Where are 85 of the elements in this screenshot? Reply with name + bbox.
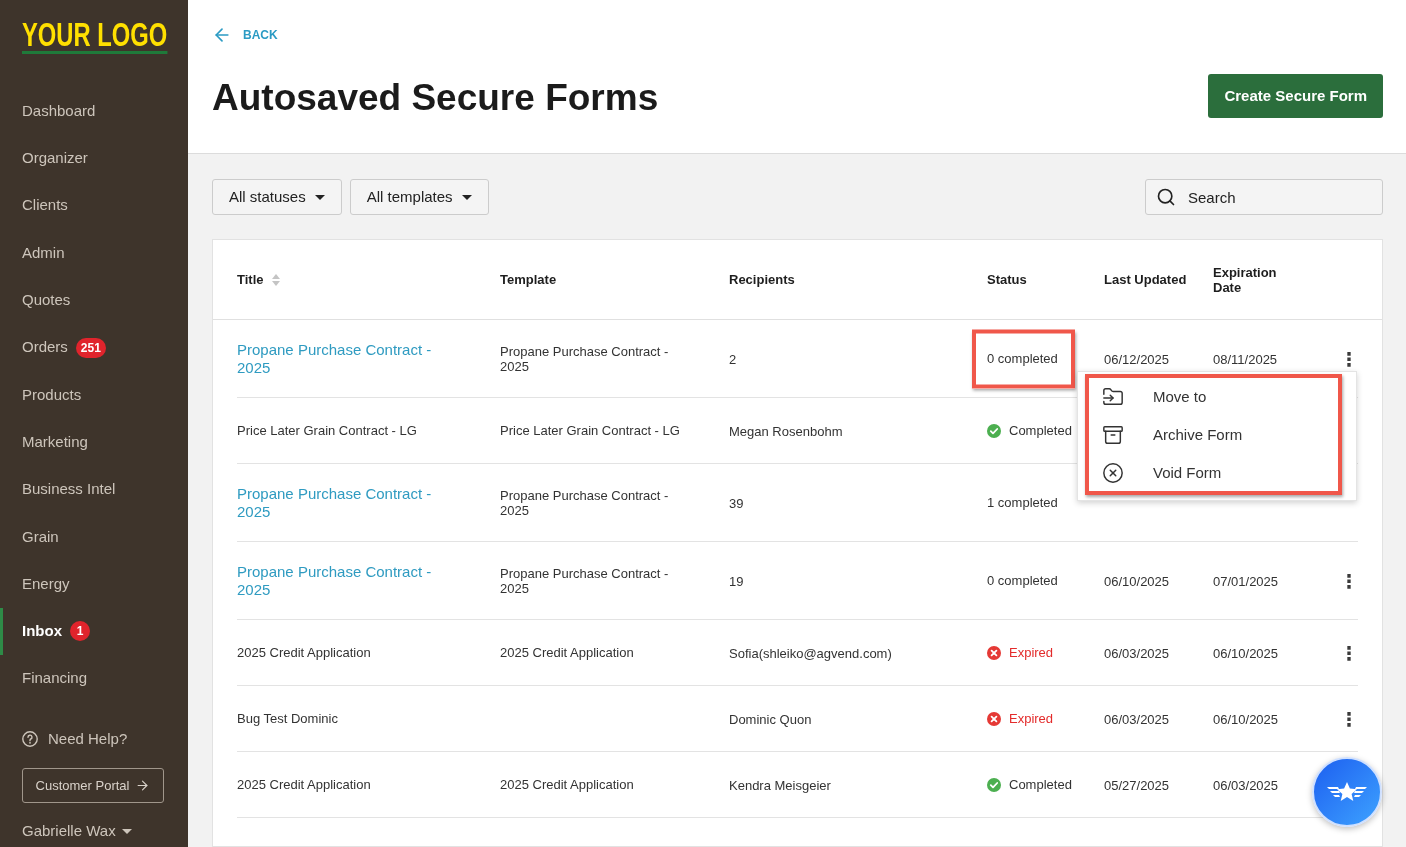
nav-item[interactable]: Marketing — [0, 418, 188, 466]
table-cell: 06/10/2025 — [1213, 645, 1279, 661]
menu-item[interactable]: Move to — [1078, 378, 1356, 416]
table-cell-text: Propane Purchase Contract - 2025 — [500, 343, 670, 374]
folder-arrow-icon — [1102, 386, 1124, 408]
table-cell-text: 2025 Credit Application — [237, 777, 372, 792]
status-text: Expired — [1009, 711, 1054, 726]
more-button[interactable]: ⋮ — [1339, 643, 1359, 662]
nav-item[interactable]: Admin — [0, 229, 188, 277]
help-link[interactable]: Need Help? — [22, 724, 188, 755]
nav-item[interactable]: Products — [0, 371, 188, 419]
search-field[interactable]: Search — [1145, 179, 1383, 215]
table-cell-text: Propane Purchase Contract - 2025 — [500, 565, 670, 596]
table-cell-text: Propane Purchase Contract - 2025 — [500, 487, 670, 518]
nav-item[interactable]: Orders 251 — [0, 324, 188, 372]
table-cell: 06/03/2025 — [1104, 711, 1170, 727]
menu-item[interactable]: Archive Form — [1078, 416, 1356, 454]
table-cell: Kendra Meisgeier — [729, 777, 831, 793]
status-text: Expired — [1009, 645, 1054, 660]
table-cell-text: 2025 Credit Application — [500, 645, 635, 660]
column-header: Recipients — [729, 272, 795, 287]
caret-down-icon — [461, 194, 472, 200]
winged-star-icon — [1327, 781, 1367, 803]
nav-item[interactable]: Quotes — [0, 276, 188, 324]
x-circle-icon — [1102, 462, 1124, 484]
table-cell: 06/12/2025 — [1104, 351, 1170, 367]
customer-portal-button[interactable]: Customer Portal — [22, 768, 164, 804]
filter-dropdown[interactable]: All statuses — [212, 179, 342, 215]
table-cell: 05/27/2025 — [1104, 777, 1170, 793]
table-cell: Megan Rosenbohm — [729, 423, 843, 439]
question-circle-icon — [22, 731, 38, 748]
nav-item[interactable]: Financing — [0, 655, 188, 703]
nav-item[interactable]: Clients — [0, 182, 188, 230]
more-button[interactable]: ⋮ — [1339, 349, 1359, 368]
page-title: Autosaved Secure Forms — [212, 76, 659, 120]
x-circle-icon — [987, 711, 1001, 726]
table-cell: 06/03/2025 — [1213, 777, 1279, 793]
table-cell-text: 2025 Credit Application — [500, 777, 635, 792]
caret-down-icon — [121, 828, 132, 834]
nav-item[interactable]: Organizer — [0, 134, 188, 183]
caret-down-icon — [314, 194, 325, 200]
status-text: 0 completed — [987, 573, 1058, 588]
table-cell: 2 — [729, 351, 737, 367]
table-cell: 07/01/2025 — [1213, 573, 1279, 589]
more-button[interactable]: ⋮ — [1339, 571, 1359, 590]
logo: YOUR LOGO — [22, 19, 168, 54]
table-cell: 06/10/2025 — [1104, 573, 1170, 589]
table-cell: 39 — [729, 495, 744, 511]
nav-item[interactable]: Business Intel — [0, 465, 188, 514]
table-cell: 19 — [729, 573, 744, 589]
column-header: Expiration Date — [1213, 264, 1278, 295]
search-icon — [1156, 187, 1176, 207]
status-text: Completed — [1009, 423, 1072, 438]
arrow-right-icon — [135, 778, 151, 794]
create-secure-form-button[interactable]: Create Secure Form — [1208, 74, 1383, 118]
archive-box-icon — [1102, 424, 1124, 446]
table-cell: 08/11/2025 — [1213, 351, 1278, 367]
sort-icon — [271, 273, 280, 286]
count-badge: 251 — [75, 337, 106, 358]
nav-item[interactable]: Energy — [0, 560, 188, 608]
x-circle-icon — [987, 645, 1001, 660]
status-text: 0 completed — [987, 351, 1058, 366]
column-header: Last Updated — [1104, 272, 1187, 287]
filter-dropdown[interactable]: All templates — [349, 179, 489, 215]
table-cell-text: Price Later Grain Contract - LG — [500, 423, 681, 438]
column-header: Status — [987, 272, 1027, 287]
status-text: 1 completed — [987, 495, 1058, 510]
count-badge: 1 — [70, 621, 90, 642]
check-circle-icon — [987, 777, 1001, 792]
nav-item[interactable]: Grain — [0, 513, 188, 561]
column-header[interactable]: Title — [237, 269, 280, 290]
table-cell: 06/10/2025 — [1213, 711, 1279, 727]
check-circle-icon — [987, 423, 1001, 438]
table-cell: Sofia(shleiko@agvend.com) — [729, 645, 892, 661]
table-cell: 06/03/2025 — [1104, 645, 1170, 661]
status-text: Completed — [1009, 777, 1072, 792]
table-cell: Dominic Quon — [729, 711, 812, 727]
table-cell-text: 2025 Credit Application — [237, 645, 372, 660]
menu-item[interactable]: Void Form — [1078, 454, 1356, 492]
table-cell-text: Bug Test Dominic — [237, 711, 339, 726]
more-button[interactable]: ⋮ — [1339, 709, 1359, 728]
column-header: Template — [500, 272, 557, 287]
user-menu[interactable]: Gabrielle Wax — [22, 821, 132, 842]
table-cell-text: Price Later Grain Contract - LG — [237, 423, 418, 438]
nav-item[interactable]: Dashboard — [0, 87, 188, 135]
